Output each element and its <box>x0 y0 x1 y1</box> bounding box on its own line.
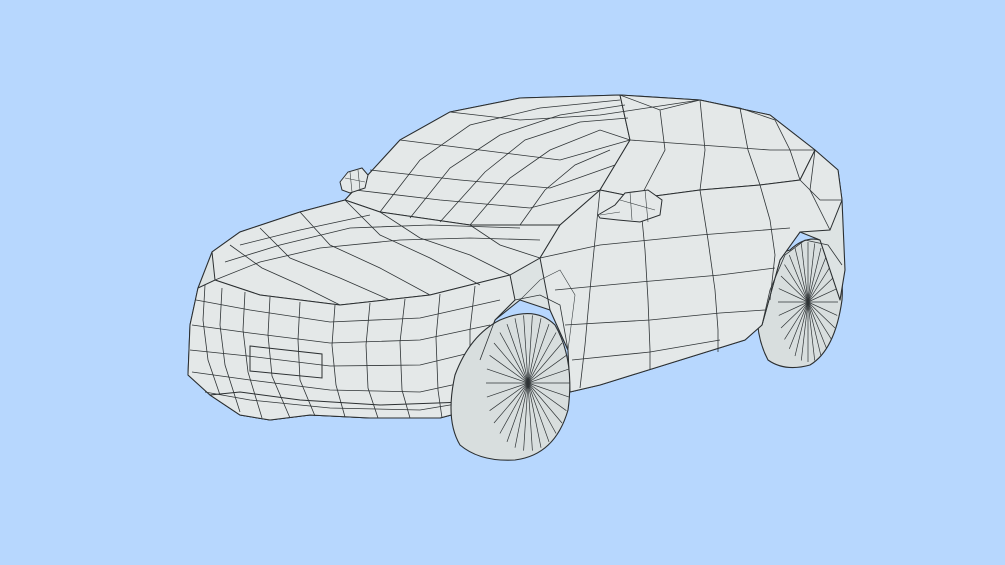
car-model-render[interactable] <box>0 0 1005 565</box>
3d-viewport[interactable] <box>0 0 1005 565</box>
